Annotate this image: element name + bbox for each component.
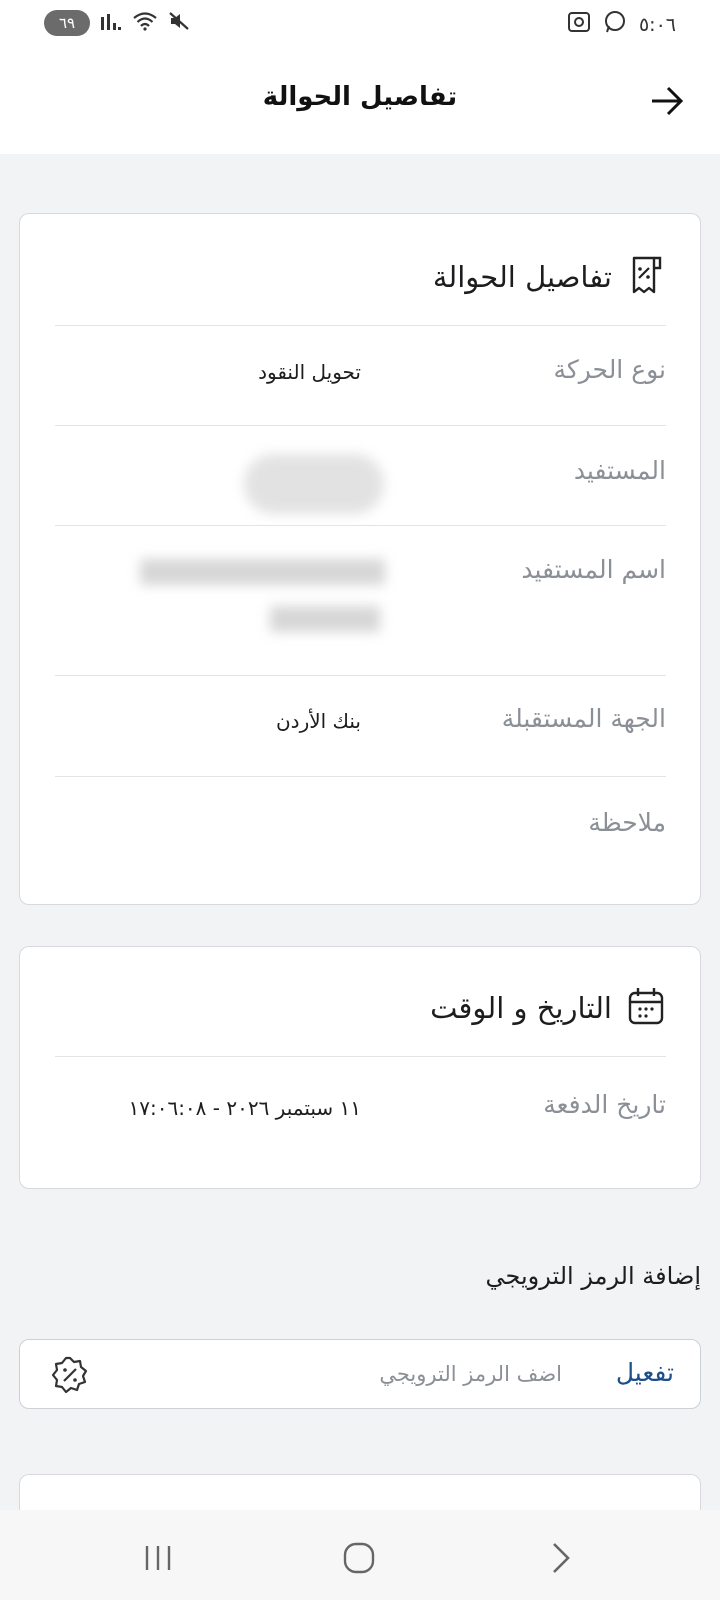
status-left: ٦٩	[44, 10, 190, 36]
redacted-beneficiary-name	[140, 559, 385, 585]
date-time-card: التاريخ و الوقت تاريخ الدفعة ١١ سبتمبر ٢…	[19, 946, 701, 1189]
card-title: التاريخ و الوقت	[430, 991, 612, 1025]
row-label-transaction-type: نوع الحركة	[553, 355, 666, 384]
activate-promo-button[interactable]: تفعيل	[616, 1358, 674, 1387]
row-label-receiving-party: الجهة المستقبلة	[501, 704, 666, 733]
row-label-beneficiary: المستفيد	[573, 456, 666, 485]
divider	[55, 776, 666, 777]
transfer-details-card: تفاصيل الحوالة نوع الحركة تحويل النقود ا…	[19, 213, 701, 905]
battery-indicator: ٦٩	[44, 10, 90, 36]
promo-section-title: إضافة الرمز الترويجي	[485, 1262, 701, 1290]
card-title: تفاصيل الحوالة	[432, 260, 612, 294]
row-label-note: ملاحظة	[588, 808, 666, 837]
row-label-payment-date: تاريخ الدفعة	[543, 1090, 666, 1119]
app-bar: تفاصيل الحوالة	[0, 46, 720, 154]
home-icon	[343, 1542, 375, 1574]
calendar-icon	[626, 985, 666, 1031]
row-value-payment-date: ١١ سبتمبر ٢٠٢٦ - ١٧:٠٦:٠٨	[128, 1096, 361, 1120]
chevron-back-icon	[553, 1543, 570, 1573]
promo-code-box: تفعيل	[19, 1339, 701, 1409]
redacted-beneficiary	[244, 454, 384, 514]
receipt-percent-icon	[626, 254, 666, 300]
screenshot-icon	[567, 11, 591, 38]
whatsapp-icon	[603, 10, 627, 39]
mute-icon	[168, 11, 190, 36]
divider	[55, 1056, 666, 1057]
row-value-receiving-party: بنك الأردن	[275, 709, 361, 733]
nav-back-button[interactable]	[540, 1538, 580, 1578]
discount-badge-icon	[50, 1355, 90, 1399]
promo-code-input[interactable]	[162, 1354, 562, 1394]
divider	[55, 425, 666, 426]
divider	[55, 675, 666, 676]
wifi-icon	[132, 11, 158, 36]
date-time-header: التاريخ و الوقت	[430, 985, 666, 1031]
divider	[55, 325, 666, 326]
clock-time: ٥:٠٦	[638, 13, 676, 36]
row-value-transaction-type: تحويل النقود	[258, 360, 361, 384]
row-label-beneficiary-name: اسم المستفيد	[521, 555, 666, 584]
redacted-beneficiary-name-line2	[270, 606, 380, 632]
signal-icon	[100, 11, 122, 36]
system-nav-bar	[0, 1510, 720, 1600]
status-right: ٥:٠٦	[567, 10, 676, 39]
home-button[interactable]	[339, 1538, 379, 1578]
recents-button[interactable]	[138, 1538, 178, 1578]
status-bar: ٦٩ ٥:٠٦	[0, 0, 720, 46]
page-title: تفاصيل الحوالة	[262, 82, 458, 112]
recents-icon	[145, 1546, 171, 1570]
divider	[55, 525, 666, 526]
transfer-details-header: تفاصيل الحوالة	[433, 254, 666, 300]
